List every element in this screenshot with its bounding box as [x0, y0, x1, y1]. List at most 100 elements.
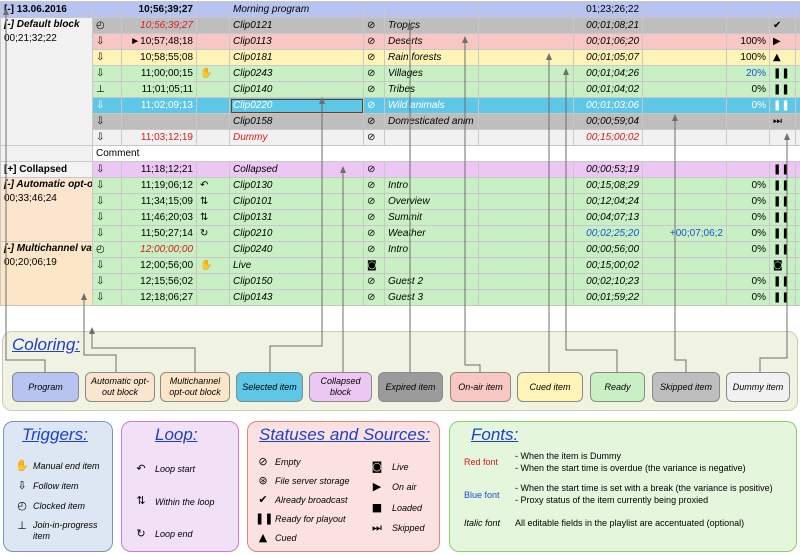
follow-icon: ⇩	[17, 479, 27, 492]
manual-end-icon: ✋	[15, 459, 29, 472]
follow-icon: ⇩	[92, 273, 122, 290]
table-row[interactable]: ⇩ 12;18;06;27 Clip0143 ⊘ Guest 3 00;01;5…	[1, 289, 800, 306]
chip-automatic-opt-out: Automatic opt-out block	[85, 372, 155, 402]
follow-icon: ⇩	[92, 65, 122, 82]
follow-icon: ⇩	[92, 97, 122, 114]
program-name[interactable]: Morning program	[229, 1, 364, 18]
ready-icon: ❚❚	[769, 177, 796, 194]
ready-icon: ❚❚	[769, 273, 796, 290]
fileserver-icon: ⊘	[363, 113, 385, 130]
fileserver-icon: ⊘	[363, 129, 385, 146]
follow-icon: ⇩	[92, 193, 122, 210]
loop-end-icon: ↻	[196, 225, 230, 242]
table-row[interactable]: [+] Collapsed ⇩ 11;18;12;21 Collapsed ⊘ …	[0, 161, 800, 178]
fileserver-icon: ⊘	[363, 209, 385, 226]
follow-icon: ⇩	[92, 113, 122, 130]
table-row[interactable]: ⇩ Clip0158 ⊘ Domesticated anim 00;00;59;…	[1, 113, 800, 130]
fileserver-icon: ⊘	[363, 273, 385, 290]
follow-icon: ⇩	[92, 289, 122, 306]
check-icon: ✔	[769, 17, 796, 34]
follow-icon: ⇩	[92, 33, 122, 50]
manual-end-icon: ✋	[196, 257, 230, 274]
loop-within-icon: ⇅	[196, 209, 230, 226]
manual-end-icon: ✋	[196, 65, 230, 82]
table-row[interactable]: ⇩ 11;34;15;09 ⇅ Clip0101 ⊘ Overview 00;1…	[1, 193, 800, 210]
chip-program: Program	[12, 372, 79, 402]
onair-icon: ▶	[769, 33, 796, 50]
fileserver-icon: ⊘	[363, 81, 385, 98]
skipped-icon: ⏭	[769, 113, 796, 130]
table-row[interactable]: [-] Default block 00;21;32;22 ◴ 10;56;39;…	[0, 17, 800, 146]
table-row[interactable]: [-] Multichannel variation block00;20;06…	[0, 241, 800, 306]
check-icon: ✔	[258, 493, 268, 506]
fileserver-icon: ⊘	[363, 241, 385, 258]
fileserver-icon: ⊘	[363, 225, 385, 242]
playlist-table: [-] 13.06.2016 10;56;39;27 Morning progr…	[0, 1, 800, 306]
comment-text[interactable]: Comment	[92, 145, 800, 162]
date-label[interactable]: [-] 13.06.2016	[0, 1, 93, 18]
follow-icon: ⇩	[92, 257, 122, 274]
ready-icon: ❚❚	[769, 289, 796, 306]
table-row[interactable]: ⇩ 11;00;00;15 ✋ Clip0243 ⊘ Villages 00;0…	[1, 65, 800, 82]
clock-icon: ◴	[17, 499, 27, 512]
comment-row[interactable]: Comment	[0, 145, 800, 162]
ready-icon: ❚❚	[769, 97, 796, 114]
block-multichannel[interactable]: [-] Multichannel variation block00;20;06…	[0, 241, 93, 306]
ready-icon: ❚❚	[769, 209, 796, 226]
loop-title: Loop:	[155, 425, 198, 444]
table-row[interactable]: [-] Automatic opt-out block00;33;46;24 ⇩…	[0, 177, 800, 242]
join-icon: ⊥	[17, 519, 27, 532]
loop-start-icon: ↶	[136, 462, 146, 475]
program-row[interactable]: [-] 13.06.2016 10;56;39;27 Morning progr…	[0, 1, 800, 18]
ready-icon: ❚❚	[769, 81, 796, 98]
chip-selected: Selected item	[236, 372, 303, 402]
follow-icon: ⇩	[92, 209, 122, 226]
chip-expired: Expired item	[378, 372, 443, 402]
chip-skipped: Skipped item	[652, 372, 720, 402]
table-row[interactable]: ⇩ 12;15;56;02 Clip0150 ⊘ Guest 2 00;02;1…	[1, 273, 800, 290]
table-row[interactable]: ⇩ 11;03;12;19 Dummy ⊘ 00;15;00;02	[1, 129, 800, 146]
chip-cued: Cued item	[517, 372, 583, 402]
loop-start-icon: ↶	[196, 177, 230, 194]
loop-within-icon: ⇅	[136, 494, 146, 507]
cued-icon: ▲	[258, 531, 268, 544]
table-row[interactable]: ⇩ 10;58;55;08 Clip0181 ⊘ Rain forests 00…	[1, 49, 800, 66]
loop-within-icon: ⇅	[196, 193, 230, 210]
block-collapsed[interactable]: [+] Collapsed	[0, 161, 93, 178]
live-icon: ◙	[371, 460, 383, 473]
triggers-title: Triggers:	[22, 425, 88, 444]
table-row[interactable]: ⇩ 12;00;56;00 ✋ Live ◙ 00;15;00;02 ◙	[1, 257, 800, 274]
live-icon: ◙	[769, 257, 796, 274]
clock-icon: ◴	[92, 241, 122, 258]
ready-icon: ❚❚	[769, 241, 796, 258]
table-row[interactable]: ⇩ 11;50;27;14 ↻ Clip0210 ⊘ Weather 00;02…	[1, 225, 800, 242]
ready-icon: ❚❚	[255, 512, 274, 525]
ready-icon: ❚❚	[769, 161, 796, 178]
table-row[interactable]: ⇩ 11;46;20;03 ⇅ Clip0131 ⊘ Summit 00;04;…	[1, 209, 800, 226]
join-icon: ⊥	[92, 81, 122, 98]
cued-icon: ▲	[769, 49, 796, 66]
chip-collapsed: Collapsed block	[309, 372, 372, 402]
block-automatic[interactable]: [-] Automatic opt-out block00;33;46;24	[0, 177, 93, 242]
table-row[interactable]: ⇩ ►10;57;48;18 Clip0113 ⊘ Deserts 00;01;…	[1, 33, 800, 50]
ready-icon: ❚❚	[769, 65, 796, 82]
follow-icon: ⇩	[92, 225, 122, 242]
table-row-selected[interactable]: ⇩ 11;02;09;13 Clip0220 ⊘ Wild animals 00…	[1, 97, 800, 114]
fileserver-icon: ⊘	[363, 17, 385, 34]
ready-icon: ❚❚	[769, 193, 796, 210]
program-duration: 01;23;26;22	[573, 1, 643, 18]
chip-ready: Ready	[590, 372, 645, 402]
table-row[interactable]: ⊥ 11;01;05;11 Clip0140 ⊘ Tribes 00;01;04…	[1, 81, 800, 98]
chip-multichannel: Multichannel opt-out block	[160, 372, 230, 402]
block-default[interactable]: [-] Default block 00;21;32;22	[0, 17, 93, 146]
fileserver-icon: ⊘	[363, 193, 385, 210]
fileserver-icon: ⊘	[363, 289, 385, 306]
chip-dummy: Dummy item	[726, 372, 790, 402]
follow-icon: ⇩	[92, 49, 122, 66]
coloring-title: Coloring:	[12, 335, 81, 354]
empty-icon: ⊘	[258, 455, 268, 468]
follow-icon: ⇩	[92, 161, 122, 178]
statuses-title: Statuses and Sources:	[259, 425, 431, 444]
fileserver-icon: ⊘	[363, 65, 385, 82]
loop-end-icon: ↻	[136, 527, 146, 540]
